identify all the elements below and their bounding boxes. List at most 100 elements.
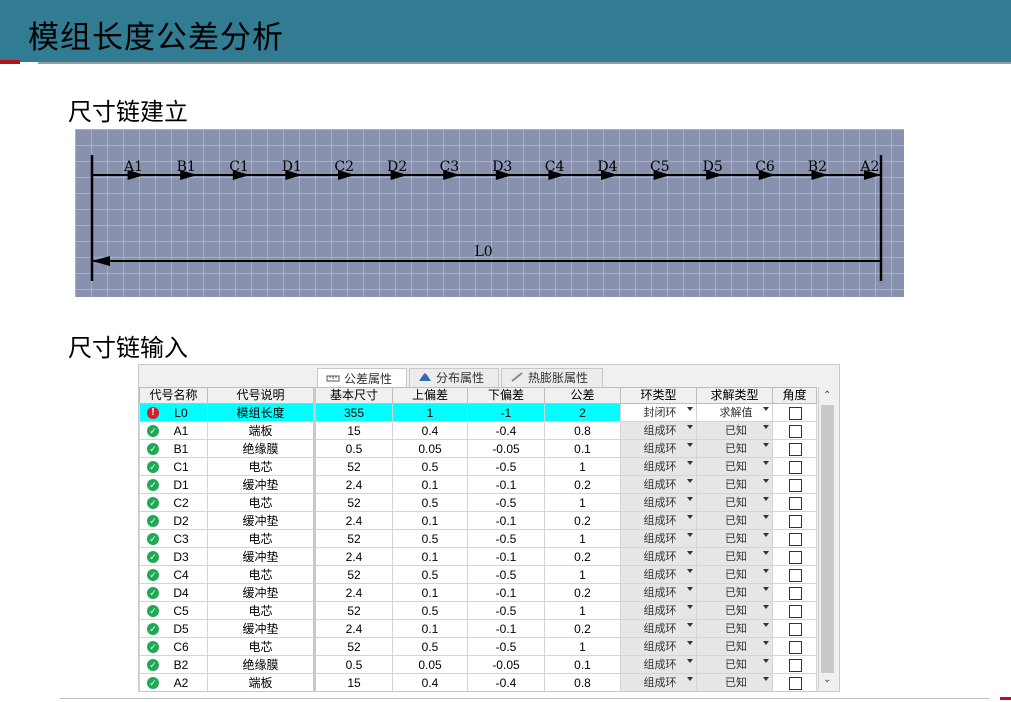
table-row[interactable]: ✓ A2 端板 15 0.4 -0.4 0.8 组成环 已知	[139, 673, 817, 691]
basic-size-cell[interactable]: 2.4	[314, 511, 393, 530]
description-cell[interactable]: 缓冲垫	[207, 511, 316, 530]
description-cell[interactable]: 电芯	[207, 637, 316, 656]
basic-size-cell[interactable]: 52	[314, 601, 393, 620]
upper-deviation-cell[interactable]: 0.5	[392, 601, 468, 620]
upper-deviation-cell[interactable]: 0.5	[392, 637, 468, 656]
column-header-basic-size[interactable]: 基本尺寸	[314, 387, 393, 404]
ring-type-select[interactable]: 封闭环	[620, 403, 697, 422]
upper-deviation-cell[interactable]: 0.1	[392, 547, 468, 566]
lower-deviation-cell[interactable]: -0.1	[467, 619, 545, 638]
lower-deviation-cell[interactable]: -0.5	[467, 637, 545, 656]
solve-type-select[interactable]: 已知	[696, 619, 773, 638]
angle-checkbox[interactable]	[788, 460, 802, 474]
ring-type-select[interactable]: 组成环	[620, 457, 697, 476]
table-row[interactable]: ✓ D5 缓冲垫 2.4 0.1 -0.1 0.2 组成环 已知	[139, 619, 817, 638]
code-cell[interactable]: ✓ D2	[139, 511, 208, 530]
basic-size-cell[interactable]: 52	[314, 457, 393, 476]
tolerance-cell[interactable]: 1	[544, 457, 621, 476]
code-cell[interactable]: ! L0	[139, 403, 208, 422]
ring-type-select[interactable]: 组成环	[620, 565, 697, 584]
solve-type-select[interactable]: 已知	[696, 601, 773, 620]
description-cell[interactable]: 缓冲垫	[207, 475, 316, 494]
column-header-code[interactable]: 代号名称	[139, 387, 208, 404]
solve-type-select[interactable]: 求解值	[696, 403, 773, 422]
ring-type-select[interactable]: 组成环	[620, 475, 697, 494]
ring-type-select[interactable]: 组成环	[620, 529, 697, 548]
column-header-upper-deviation[interactable]: 上偏差	[392, 387, 468, 404]
code-cell[interactable]: ✓ B2	[139, 655, 208, 674]
description-cell[interactable]: 电芯	[207, 601, 316, 620]
solve-type-select[interactable]: 已知	[696, 529, 773, 548]
lower-deviation-cell[interactable]: -0.1	[467, 547, 545, 566]
tolerance-cell[interactable]: 1	[544, 601, 621, 620]
code-cell[interactable]: ✓ A2	[139, 673, 208, 691]
upper-deviation-cell[interactable]: 1	[392, 403, 468, 422]
angle-checkbox[interactable]	[788, 658, 802, 672]
tab-thermal-expansion-properties[interactable]: 热膨胀属性	[501, 368, 604, 387]
tolerance-cell[interactable]: 0.2	[544, 583, 621, 602]
angle-checkbox[interactable]	[788, 586, 802, 600]
description-cell[interactable]: 端板	[207, 673, 316, 691]
code-cell[interactable]: ✓ D1	[139, 475, 208, 494]
upper-deviation-cell[interactable]: 0.5	[392, 457, 468, 476]
ring-type-select[interactable]: 组成环	[620, 637, 697, 656]
upper-deviation-cell[interactable]: 0.4	[392, 421, 468, 440]
ring-type-select[interactable]: 组成环	[620, 439, 697, 458]
ring-type-select[interactable]: 组成环	[620, 421, 697, 440]
description-cell[interactable]: 电芯	[207, 457, 316, 476]
table-row[interactable]: ✓ C3 电芯 52 0.5 -0.5 1 组成环 已知	[139, 529, 817, 548]
upper-deviation-cell[interactable]: 0.05	[392, 655, 468, 674]
angle-checkbox[interactable]	[788, 406, 802, 420]
table-row[interactable]: ✓ B2 绝缘膜 0.5 0.05 -0.05 0.1 组成环 已知	[139, 655, 817, 674]
tab-distribution-properties[interactable]: 分布属性	[409, 368, 500, 387]
column-header-angle[interactable]: 角度	[772, 387, 817, 404]
description-cell[interactable]: 端板	[207, 421, 316, 440]
upper-deviation-cell[interactable]: 0.5	[392, 565, 468, 584]
angle-checkbox[interactable]	[788, 568, 802, 582]
basic-size-cell[interactable]: 2.4	[314, 475, 393, 494]
solve-type-select[interactable]: 已知	[696, 547, 773, 566]
solve-type-select[interactable]: 已知	[696, 493, 773, 512]
column-header-ring-type[interactable]: 环类型	[620, 387, 697, 404]
description-cell[interactable]: 电芯	[207, 565, 316, 584]
upper-deviation-cell[interactable]: 0.4	[392, 673, 468, 691]
lower-deviation-cell[interactable]: -0.5	[467, 493, 545, 512]
solve-type-select[interactable]: 已知	[696, 421, 773, 440]
upper-deviation-cell[interactable]: 0.1	[392, 619, 468, 638]
basic-size-cell[interactable]: 2.4	[314, 583, 393, 602]
description-cell[interactable]: 电芯	[207, 529, 316, 548]
basic-size-cell[interactable]: 355	[314, 403, 393, 422]
ring-type-select[interactable]: 组成环	[620, 655, 697, 674]
table-row[interactable]: ✓ B1 绝缘膜 0.5 0.05 -0.05 0.1 组成环 已知	[139, 439, 817, 458]
table-row[interactable]: ✓ D4 缓冲垫 2.4 0.1 -0.1 0.2 组成环 已知	[139, 583, 817, 602]
angle-checkbox[interactable]	[788, 514, 802, 528]
ring-type-select[interactable]: 组成环	[620, 511, 697, 530]
description-cell[interactable]: 缓冲垫	[207, 547, 316, 566]
ring-type-select[interactable]: 组成环	[620, 673, 697, 691]
table-row[interactable]: ✓ C4 电芯 52 0.5 -0.5 1 组成环 已知	[139, 565, 817, 584]
basic-size-cell[interactable]: 15	[314, 673, 393, 691]
upper-deviation-cell[interactable]: 0.05	[392, 439, 468, 458]
table-row[interactable]: ✓ A1 端板 15 0.4 -0.4 0.8 组成环 已知	[139, 421, 817, 440]
tolerance-cell[interactable]: 1	[544, 493, 621, 512]
tolerance-cell[interactable]: 1	[544, 565, 621, 584]
angle-checkbox[interactable]	[788, 640, 802, 654]
description-cell[interactable]: 绝缘膜	[207, 439, 316, 458]
description-cell[interactable]: 模组长度	[207, 403, 316, 422]
solve-type-select[interactable]: 已知	[696, 457, 773, 476]
upper-deviation-cell[interactable]: 0.1	[392, 475, 468, 494]
lower-deviation-cell[interactable]: -1	[467, 403, 545, 422]
ring-type-select[interactable]: 组成环	[620, 493, 697, 512]
basic-size-cell[interactable]: 52	[314, 529, 393, 548]
lower-deviation-cell[interactable]: -0.1	[467, 511, 545, 530]
basic-size-cell[interactable]: 15	[314, 421, 393, 440]
lower-deviation-cell[interactable]: -0.05	[467, 655, 545, 674]
table-row[interactable]: ✓ D3 缓冲垫 2.4 0.1 -0.1 0.2 组成环 已知	[139, 547, 817, 566]
table-row[interactable]: ! L0 模组长度 355 1 -1 2 封闭环 求解值	[139, 403, 817, 422]
angle-checkbox[interactable]	[788, 424, 802, 438]
basic-size-cell[interactable]: 2.4	[314, 547, 393, 566]
lower-deviation-cell[interactable]: -0.5	[467, 601, 545, 620]
solve-type-select[interactable]: 已知	[696, 655, 773, 674]
upper-deviation-cell[interactable]: 0.1	[392, 511, 468, 530]
ring-type-select[interactable]: 组成环	[620, 547, 697, 566]
